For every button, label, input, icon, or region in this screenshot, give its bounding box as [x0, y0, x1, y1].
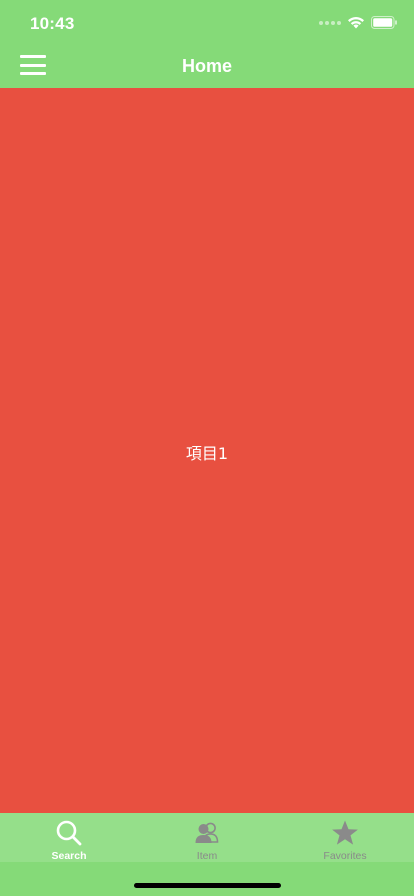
page-title: Home [181, 56, 232, 76]
tab-label: Item [196, 850, 218, 862]
wifi-icon [348, 17, 364, 29]
battery-icon [371, 16, 397, 29]
star-icon [331, 819, 359, 847]
status-indicators [319, 16, 398, 29]
tab-favorites[interactable]: Favorites [276, 813, 414, 862]
tab-label: Favorites [323, 850, 367, 862]
navigation-bar: Home [0, 44, 414, 88]
tab-item[interactable]: Item [138, 813, 276, 862]
app-screen: 10:43 Home 項目1 Search Item Favorites [0, 0, 414, 896]
tab-bar: Search Item Favorites [0, 813, 414, 862]
status-bar: 10:43 [0, 0, 414, 44]
home-indicator[interactable] [134, 883, 281, 888]
status-time: 10:43 [30, 14, 75, 33]
search-icon [55, 819, 83, 847]
content-area: 項目1 [0, 88, 414, 813]
cellular-signal-icon [319, 20, 341, 25]
content-label: 項目1 [185, 443, 229, 463]
tab-search[interactable]: Search [0, 813, 138, 862]
contacts-icon [193, 819, 221, 847]
home-indicator-area [0, 862, 414, 896]
tab-label: Search [51, 850, 87, 862]
